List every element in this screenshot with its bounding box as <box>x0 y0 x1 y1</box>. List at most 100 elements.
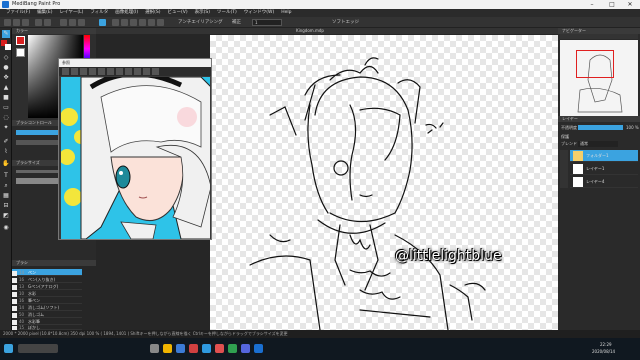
zoom-tool-button[interactable]: ⌕ <box>2 182 10 190</box>
save-icon[interactable] <box>22 19 29 26</box>
ref-reset-icon[interactable] <box>152 68 159 75</box>
brush-item[interactable]: 16 筆ペン <box>12 297 82 304</box>
mail-icon[interactable] <box>202 344 211 353</box>
frame-tool-button[interactable]: ▦ <box>2 192 10 200</box>
menu-select[interactable]: 選択(S) <box>145 9 160 17</box>
brush-item[interactable]: 13 Gペン(アナログ) <box>12 283 82 290</box>
background-color-swatch[interactable] <box>5 44 11 50</box>
move-tool-icon[interactable] <box>78 19 85 26</box>
text-tool-icon[interactable] <box>112 19 119 26</box>
menu-image[interactable]: 画像処理(I) <box>115 9 138 17</box>
opacity-slider[interactable] <box>578 125 623 130</box>
blend-select[interactable]: 通常 <box>578 141 618 147</box>
ref-dropper-icon[interactable] <box>125 68 132 75</box>
hand-tool-button[interactable]: ✋ <box>2 160 10 168</box>
app-icon-4[interactable] <box>241 344 250 353</box>
window-title: MediBang Paint Pro <box>12 1 61 7</box>
primary-color-swatch[interactable] <box>16 36 25 45</box>
protect-label[interactable]: 保護 <box>561 134 569 140</box>
navigator-viewport[interactable] <box>576 50 614 78</box>
frame-icon[interactable] <box>148 19 155 26</box>
clock-time[interactable]: 22:29 <box>600 342 612 347</box>
menu-edit[interactable]: 編集(E) <box>37 9 52 17</box>
brush-item[interactable]: 14 消しゴム(ソフト) <box>12 304 82 311</box>
secondary-color-swatch[interactable] <box>16 48 25 57</box>
menu-help[interactable]: Help <box>281 9 291 17</box>
layer-row[interactable]: レイヤー1 <box>570 163 638 175</box>
select-tool-icon[interactable] <box>69 19 76 26</box>
document-tab-bar: Kingdom.mdp <box>96 28 558 34</box>
visibility-column[interactable] <box>560 150 568 188</box>
new-file-icon[interactable] <box>4 19 11 26</box>
select-tool-button[interactable]: ▭ <box>2 104 10 112</box>
eraser-tool-button[interactable]: ◇ <box>2 54 10 62</box>
maximize-icon[interactable]: □ <box>602 0 622 9</box>
divide-tool-button[interactable]: ⊟ <box>2 202 10 210</box>
pen-tool-button[interactable]: ✐ <box>2 138 10 146</box>
fill-tool-button[interactable]: ▲ <box>2 84 10 92</box>
menu-filter[interactable]: フィルタ <box>90 9 108 17</box>
text-tool-button[interactable]: T <box>2 172 10 180</box>
search-box[interactable] <box>18 344 58 353</box>
snap-icon[interactable] <box>130 19 137 26</box>
guide-icon[interactable] <box>157 19 164 26</box>
layer-row[interactable]: レイヤー4 <box>570 176 638 188</box>
brush-item[interactable]: 10 水彩 <box>12 290 82 297</box>
navigator-toolbar <box>560 34 638 39</box>
brush-tool-button[interactable]: ✎ <box>2 30 10 38</box>
navigator-preview[interactable] <box>560 40 638 116</box>
brush-item[interactable]: 14 ペン <box>12 269 82 276</box>
ref-grid-icon[interactable] <box>134 68 141 75</box>
brush-item[interactable]: 16 ペン(入り抜き) <box>12 276 82 283</box>
ruler-tool-button[interactable]: ◩ <box>2 212 10 220</box>
ref-rotate-icon[interactable] <box>89 68 96 75</box>
minimize-icon[interactable]: – <box>582 0 602 9</box>
menu-tool[interactable]: ツール(T) <box>217 9 237 17</box>
edge-icon[interactable] <box>176 344 185 353</box>
menu-file[interactable]: ファイル(F) <box>6 9 30 17</box>
start-icon[interactable] <box>4 344 13 353</box>
clock-date[interactable]: 2020/08/14 <box>592 349 615 354</box>
dot-tool-button[interactable]: ● <box>2 64 10 72</box>
medibang-icon[interactable] <box>254 344 263 353</box>
explorer-icon[interactable] <box>163 344 172 353</box>
document-tab[interactable]: Kingdom.mdp <box>296 28 324 34</box>
ref-zoom-out-icon[interactable] <box>107 68 114 75</box>
ref-open-icon[interactable] <box>62 68 69 75</box>
correction-select[interactable]: 1 <box>252 19 282 26</box>
ref-fit-icon[interactable] <box>116 68 123 75</box>
menu-display[interactable]: 表示(S) <box>195 9 210 17</box>
menu-window[interactable]: ウィンドウ(W) <box>244 9 274 17</box>
undo-icon[interactable] <box>35 19 42 26</box>
layer-row[interactable]: フォルダー1 <box>570 150 638 162</box>
ruler-icon[interactable] <box>139 19 146 26</box>
ref-pin-icon[interactable] <box>143 68 150 75</box>
antialias-label[interactable]: アンチエイリアシング <box>178 18 223 27</box>
drawing-canvas[interactable] <box>210 35 558 330</box>
brush-item[interactable]: 40 水彩筆 <box>12 318 82 325</box>
speech-bubble-tool-button[interactable]: ◉ <box>2 224 10 232</box>
brush-item[interactable]: 50 消しゴム <box>12 311 82 318</box>
ref-zoom-in-icon[interactable] <box>98 68 105 75</box>
reference-window[interactable]: 参照 <box>58 58 212 240</box>
redo-icon[interactable] <box>44 19 51 26</box>
close-icon[interactable]: ✕ <box>620 0 640 9</box>
taskview-icon[interactable] <box>150 344 159 353</box>
soft-edge-label[interactable]: ソフトエッジ <box>332 18 359 27</box>
lasso-tool-button[interactable]: ◌ <box>2 114 10 122</box>
menu-layer[interactable]: レイヤー(L) <box>59 9 83 17</box>
ref-save-icon[interactable] <box>71 68 78 75</box>
menu-view[interactable]: ビュー(V) <box>168 9 188 17</box>
open-file-icon[interactable] <box>13 19 20 26</box>
fill-tool-icon[interactable] <box>99 19 106 26</box>
brush-tool-icon[interactable] <box>60 19 67 26</box>
dropper-tool-button[interactable]: ⌇ <box>2 148 10 156</box>
app-icon-3[interactable] <box>228 344 237 353</box>
app-icon-2[interactable] <box>215 344 224 353</box>
ref-flip-icon[interactable] <box>80 68 87 75</box>
move-tool-button[interactable]: ✥ <box>2 74 10 82</box>
app-icon-1[interactable] <box>189 344 198 353</box>
gradient-tool-button[interactable]: ■ <box>2 94 10 102</box>
grid-icon[interactable] <box>121 19 128 26</box>
magic-wand-tool-button[interactable]: ✦ <box>2 124 10 132</box>
